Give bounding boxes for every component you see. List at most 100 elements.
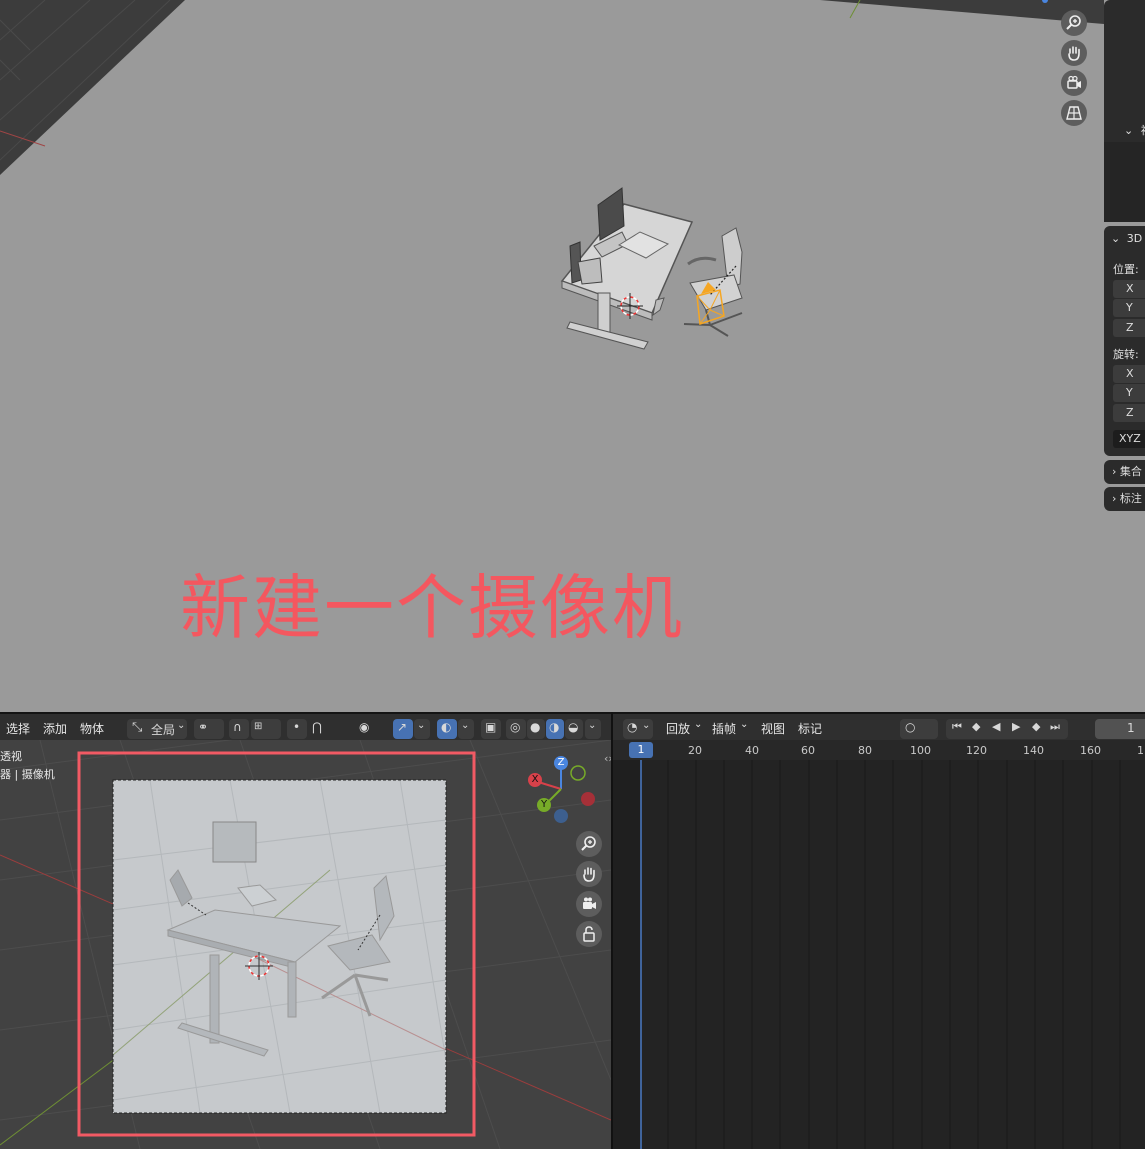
camera-name-overlay: 器 | 摄像机 bbox=[0, 768, 55, 781]
pan-hand-icon[interactable] bbox=[576, 861, 602, 887]
collapse-arrows-icon[interactable]: ‹› bbox=[604, 752, 611, 765]
desk-model bbox=[560, 187, 694, 350]
ruler-label: 140 bbox=[1023, 744, 1044, 757]
section-3d-header[interactable]: ⌄ 3D bbox=[1111, 232, 1145, 245]
sidebar-view-panel: ⌄ 视 bbox=[1104, 0, 1145, 222]
view-section-body bbox=[1104, 142, 1145, 222]
location-z-field[interactable]: Z bbox=[1113, 319, 1145, 337]
ruler-label: 80 bbox=[858, 744, 872, 757]
gizmo-z-axis[interactable]: Z bbox=[554, 756, 568, 770]
location-label: 位置: bbox=[1113, 263, 1139, 276]
auto-keying-toggle[interactable]: ○ bbox=[900, 719, 938, 739]
rotation-mode-select[interactable]: XYZ bbox=[1113, 430, 1145, 448]
top-3d-viewport[interactable]: ⌄ 视 ⌄ 3D 位置: X Y Z 旋转: X Y Z XYZ › 集合 › … bbox=[0, 0, 1145, 712]
visibility-select[interactable]: ◉ bbox=[355, 719, 387, 739]
overlays-icon: ◐ bbox=[441, 720, 452, 734]
transform-orientation-select[interactable]: ⤡ 全局 ⌄ bbox=[127, 719, 187, 739]
overlays-toggle[interactable]: ◐ bbox=[437, 719, 457, 739]
menu-keying[interactable]: 插帧 bbox=[712, 720, 736, 737]
falloff-select[interactable]: ⋂ bbox=[309, 719, 339, 739]
view-name-overlay: 透视 bbox=[0, 750, 22, 763]
gizmo-dropdown[interactable]: ⌄ bbox=[414, 719, 430, 739]
eye-icon: ◉ bbox=[359, 720, 370, 734]
solid-sphere-icon: ● bbox=[530, 720, 541, 734]
pivot-point-select[interactable]: ⚭ bbox=[194, 719, 224, 739]
record-circle-icon: ○ bbox=[905, 720, 916, 734]
play-icon[interactable]: ▶ bbox=[1012, 720, 1020, 733]
annotation-section[interactable]: › 标注 bbox=[1104, 487, 1145, 511]
proportional-edit-toggle[interactable]: • bbox=[287, 719, 307, 739]
chevron-down-icon: ⌄ bbox=[177, 720, 186, 731]
chevron-down-icon[interactable]: ⌄ bbox=[1124, 124, 1133, 137]
viewport-header: 选择 添加 物体 ⤡ 全局 ⌄ ⚭ ∩ ⊞ • ⋂ ◉ ↗ ⌄ ◐ ⌄ ▣ ◎ … bbox=[0, 712, 611, 740]
wireframe-sphere-icon: ◎ bbox=[510, 720, 521, 734]
chevron-down-icon: ⌄ bbox=[694, 719, 703, 730]
menu-view[interactable]: 视图 bbox=[761, 720, 785, 737]
location-x-field[interactable]: X bbox=[1113, 280, 1145, 298]
next-keyframe-icon[interactable]: ◆ bbox=[1032, 720, 1040, 733]
play-reverse-icon[interactable]: ◀ bbox=[992, 720, 1000, 733]
overlays-dropdown[interactable]: ⌄ bbox=[458, 719, 474, 739]
camera-3d-viewport[interactable]: 透视 器 | 摄像机 Z X Y ‹› bbox=[0, 740, 611, 1149]
chevron-down-icon: ⌄ bbox=[461, 720, 470, 731]
rotation-x-field[interactable]: X bbox=[1113, 365, 1145, 383]
gizmo-x-axis[interactable]: X bbox=[528, 773, 542, 787]
falloff-curve-icon: ⋂ bbox=[312, 720, 322, 734]
ruler-label: 160 bbox=[1080, 744, 1101, 757]
chevron-right-icon: › bbox=[1112, 465, 1117, 478]
ruler-label: 1 bbox=[1137, 744, 1144, 757]
ruler-label: 120 bbox=[966, 744, 987, 757]
chevron-down-icon: ⌄ bbox=[642, 720, 651, 731]
prev-keyframe-icon[interactable]: ◆ bbox=[972, 720, 980, 733]
menu-add[interactable]: 添加 bbox=[43, 720, 67, 737]
jump-start-icon[interactable]: ⏮ bbox=[952, 720, 962, 734]
tutorial-annotation-text: 新建一个摄像机 bbox=[180, 567, 684, 649]
lock-camera-icon[interactable] bbox=[576, 921, 602, 947]
chevron-down-icon: ⌄ bbox=[740, 719, 749, 730]
shading-rendered-button[interactable]: ◒ bbox=[565, 719, 583, 739]
orientation-axes-icon: ⤡ bbox=[132, 720, 143, 735]
rotation-y-field[interactable]: Y bbox=[1113, 384, 1145, 402]
clock-icon: ◔ bbox=[627, 720, 638, 734]
camera-view-icon[interactable] bbox=[1061, 70, 1087, 96]
shading-dropdown[interactable]: ⌄ bbox=[585, 719, 601, 739]
chevron-right-icon: › bbox=[1112, 492, 1117, 505]
current-frame-field[interactable]: 1 bbox=[1095, 719, 1145, 739]
xray-toggle[interactable]: ▣ bbox=[481, 719, 501, 739]
menu-select[interactable]: 选择 bbox=[6, 720, 30, 737]
ruler-label: 20 bbox=[688, 744, 702, 757]
ruler-label: 100 bbox=[910, 744, 931, 757]
perspective-grid-icon[interactable] bbox=[1061, 100, 1087, 126]
shading-wireframe-button[interactable]: ◎ bbox=[506, 719, 526, 739]
proportional-dot-icon: • bbox=[293, 720, 301, 734]
frame-grid bbox=[613, 760, 1121, 1149]
zoom-icon[interactable] bbox=[1061, 10, 1087, 36]
menu-playback[interactable]: 回放 bbox=[666, 720, 690, 737]
timeline-editor[interactable]: ◔ ⌄ 回放 ⌄ 插帧 ⌄ 视图 标记 ○ ⏮ ◆ ◀ ▶ ◆ ⏭ 1 1 20… bbox=[613, 712, 1145, 1149]
camera-view-icon[interactable] bbox=[576, 891, 602, 917]
playhead-frame-indicator[interactable]: 1 bbox=[629, 742, 653, 758]
sidebar-transform-panel: ⌄ 3D 位置: X Y Z 旋转: X Y Z XYZ bbox=[1104, 226, 1145, 456]
gizmo-arrow-icon: ↗ bbox=[397, 720, 408, 734]
gizmo-y-axis[interactable]: Y bbox=[537, 798, 551, 812]
menu-object[interactable]: 物体 bbox=[80, 720, 104, 737]
material-sphere-icon: ◑ bbox=[549, 720, 560, 734]
rotation-label: 旋转: bbox=[1113, 348, 1139, 361]
shading-solid-button[interactable]: ● bbox=[527, 719, 545, 739]
snap-increment-icon: ⊞ bbox=[254, 721, 263, 732]
zoom-icon[interactable] bbox=[576, 831, 602, 857]
collection-section[interactable]: › 集合 bbox=[1104, 460, 1145, 484]
gizmo-toggle[interactable]: ↗ bbox=[393, 719, 413, 739]
location-y-field[interactable]: Y bbox=[1113, 299, 1145, 317]
snap-toggle[interactable]: ∩ bbox=[229, 719, 249, 739]
rotation-z-field[interactable]: Z bbox=[1113, 404, 1145, 422]
editor-type-select[interactable]: ◔ ⌄ bbox=[623, 719, 653, 739]
snap-target-select[interactable]: ⊞ bbox=[251, 719, 281, 739]
magnet-icon: ∩ bbox=[233, 720, 242, 734]
pan-hand-icon[interactable] bbox=[1061, 40, 1087, 66]
view-section-label: 视 bbox=[1141, 124, 1145, 137]
menu-marker[interactable]: 标记 bbox=[798, 720, 822, 737]
jump-end-icon[interactable]: ⏭ bbox=[1050, 720, 1060, 734]
playback-controls: ⏮ ◆ ◀ ▶ ◆ ⏭ bbox=[946, 719, 1068, 739]
shading-material-button[interactable]: ◑ bbox=[546, 719, 564, 739]
